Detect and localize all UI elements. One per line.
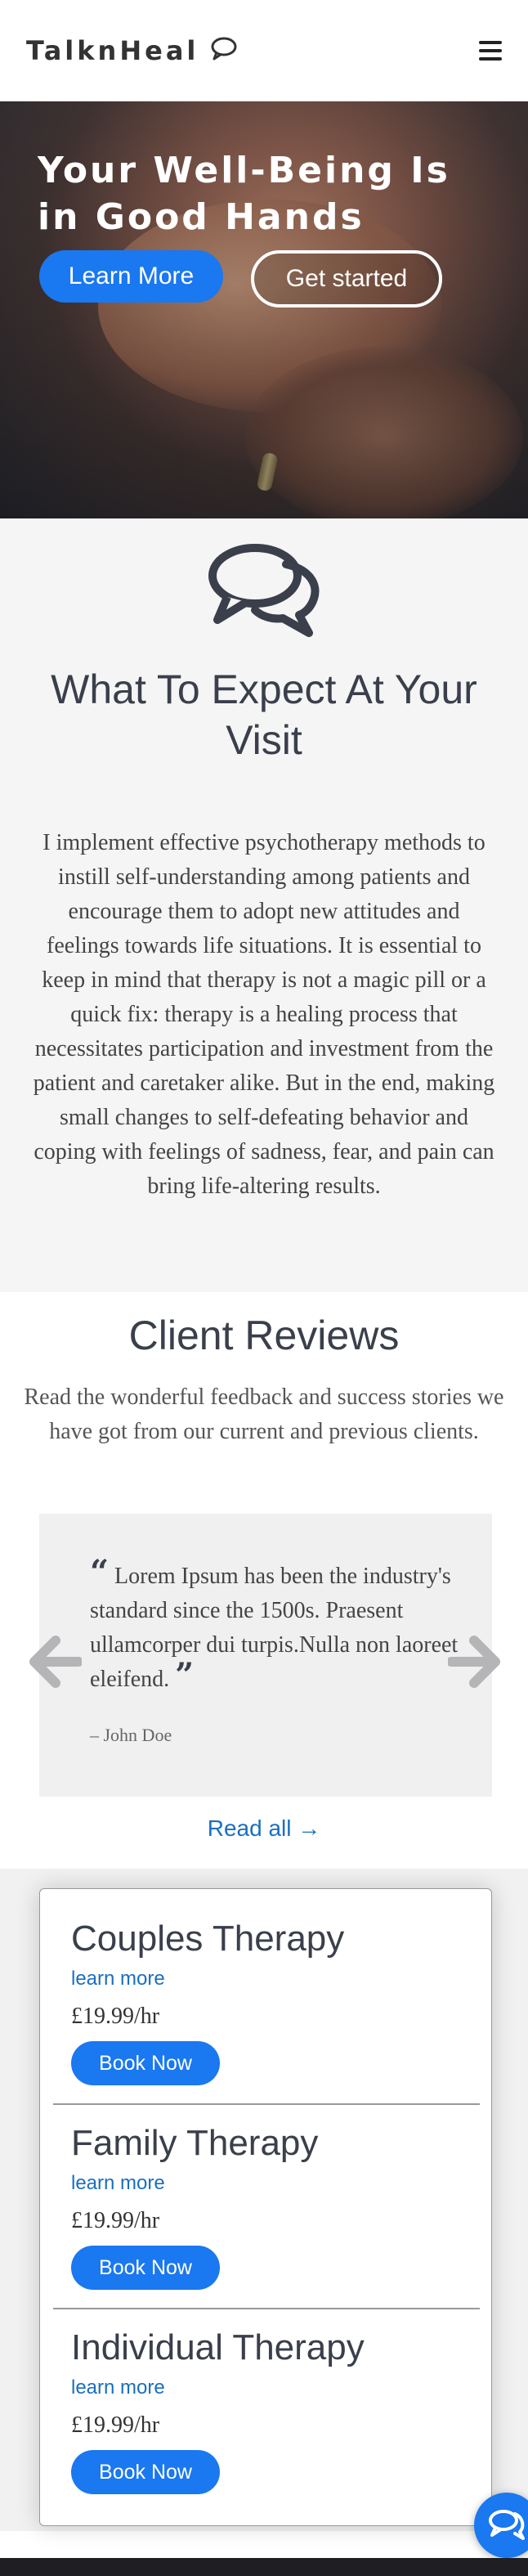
brand-logo[interactable]: TalknHeal <box>26 35 238 66</box>
expect-title: What To Expect At Your Visit <box>51 666 477 763</box>
reviews-section: Client Reviews Read the wonderful feedba… <box>0 1292 528 1869</box>
hamburger-menu-icon[interactable] <box>479 40 502 61</box>
open-quote-icon: “ <box>90 1553 110 1591</box>
footer-strip <box>0 2558 528 2576</box>
service-price: £19.99/hr <box>71 2208 160 2233</box>
learn-more-link[interactable]: learn more <box>71 2172 165 2195</box>
chat-fab-button[interactable] <box>474 2493 528 2558</box>
hero-title: Your Well-Being Is in Good Hands <box>38 150 450 238</box>
expect-description: I implement effective psychotherapy meth… <box>33 830 495 1199</box>
learn-more-link[interactable]: learn more <box>71 2376 165 2399</box>
chat-bubble-icon <box>210 36 238 65</box>
book-now-button[interactable]: Book Now <box>71 2450 220 2494</box>
review-card: “ Lorem Ipsum has been the industry's st… <box>39 1514 492 1797</box>
reviewer-name: – John Doe <box>90 1725 172 1745</box>
chat-icon <box>489 2510 525 2540</box>
service-name: Family Therapy <box>71 2123 319 2163</box>
book-now-button[interactable]: Book Now <box>71 2246 220 2290</box>
service-item: Family Therapy learn more £19.99/hr Book… <box>53 2094 480 2298</box>
service-name: Individual Therapy <box>71 2327 365 2367</box>
brand-name: TalknHeal <box>26 34 199 66</box>
review-quote-text: Lorem Ipsum has been the industry's stan… <box>90 1564 459 1692</box>
service-item: Couples Therapy learn more £19.99/hr Boo… <box>53 1889 480 2094</box>
reviews-subtitle: Read the wonderful feedback and success … <box>24 1384 504 1444</box>
arrow-right-icon[interactable] <box>446 1636 502 1692</box>
hero-banner: Your Well-Being Is in Good Hands Learn M… <box>0 101 528 518</box>
review-quote: “ Lorem Ipsum has been the industry's st… <box>90 1556 466 1697</box>
service-price: £19.99/hr <box>71 2412 160 2438</box>
read-all-link[interactable]: Read all → <box>0 1815 528 1842</box>
close-quote-icon: ” <box>175 1656 195 1694</box>
expect-section: What To Expect At Your Visit I implement… <box>0 518 528 1292</box>
get-started-button[interactable]: Get started <box>251 250 442 307</box>
learn-more-link[interactable]: learn more <box>71 1968 165 1990</box>
reviews-title: Client Reviews <box>128 1313 400 1358</box>
learn-more-button[interactable]: Learn More <box>39 250 223 303</box>
chat-bubbles-icon <box>204 540 324 642</box>
services-section: Couples Therapy learn more £19.99/hr Boo… <box>0 1869 528 2531</box>
service-name: Couples Therapy <box>71 1919 345 1959</box>
book-now-button[interactable]: Book Now <box>71 2041 220 2085</box>
site-header: TalknHeal <box>0 0 528 101</box>
service-item: Individual Therapy learn more £19.99/hr … <box>53 2298 480 2502</box>
services-card: Couples Therapy learn more £19.99/hr Boo… <box>39 1888 492 2526</box>
arrow-left-icon[interactable] <box>28 1636 83 1692</box>
service-price: £19.99/hr <box>71 2004 160 2029</box>
